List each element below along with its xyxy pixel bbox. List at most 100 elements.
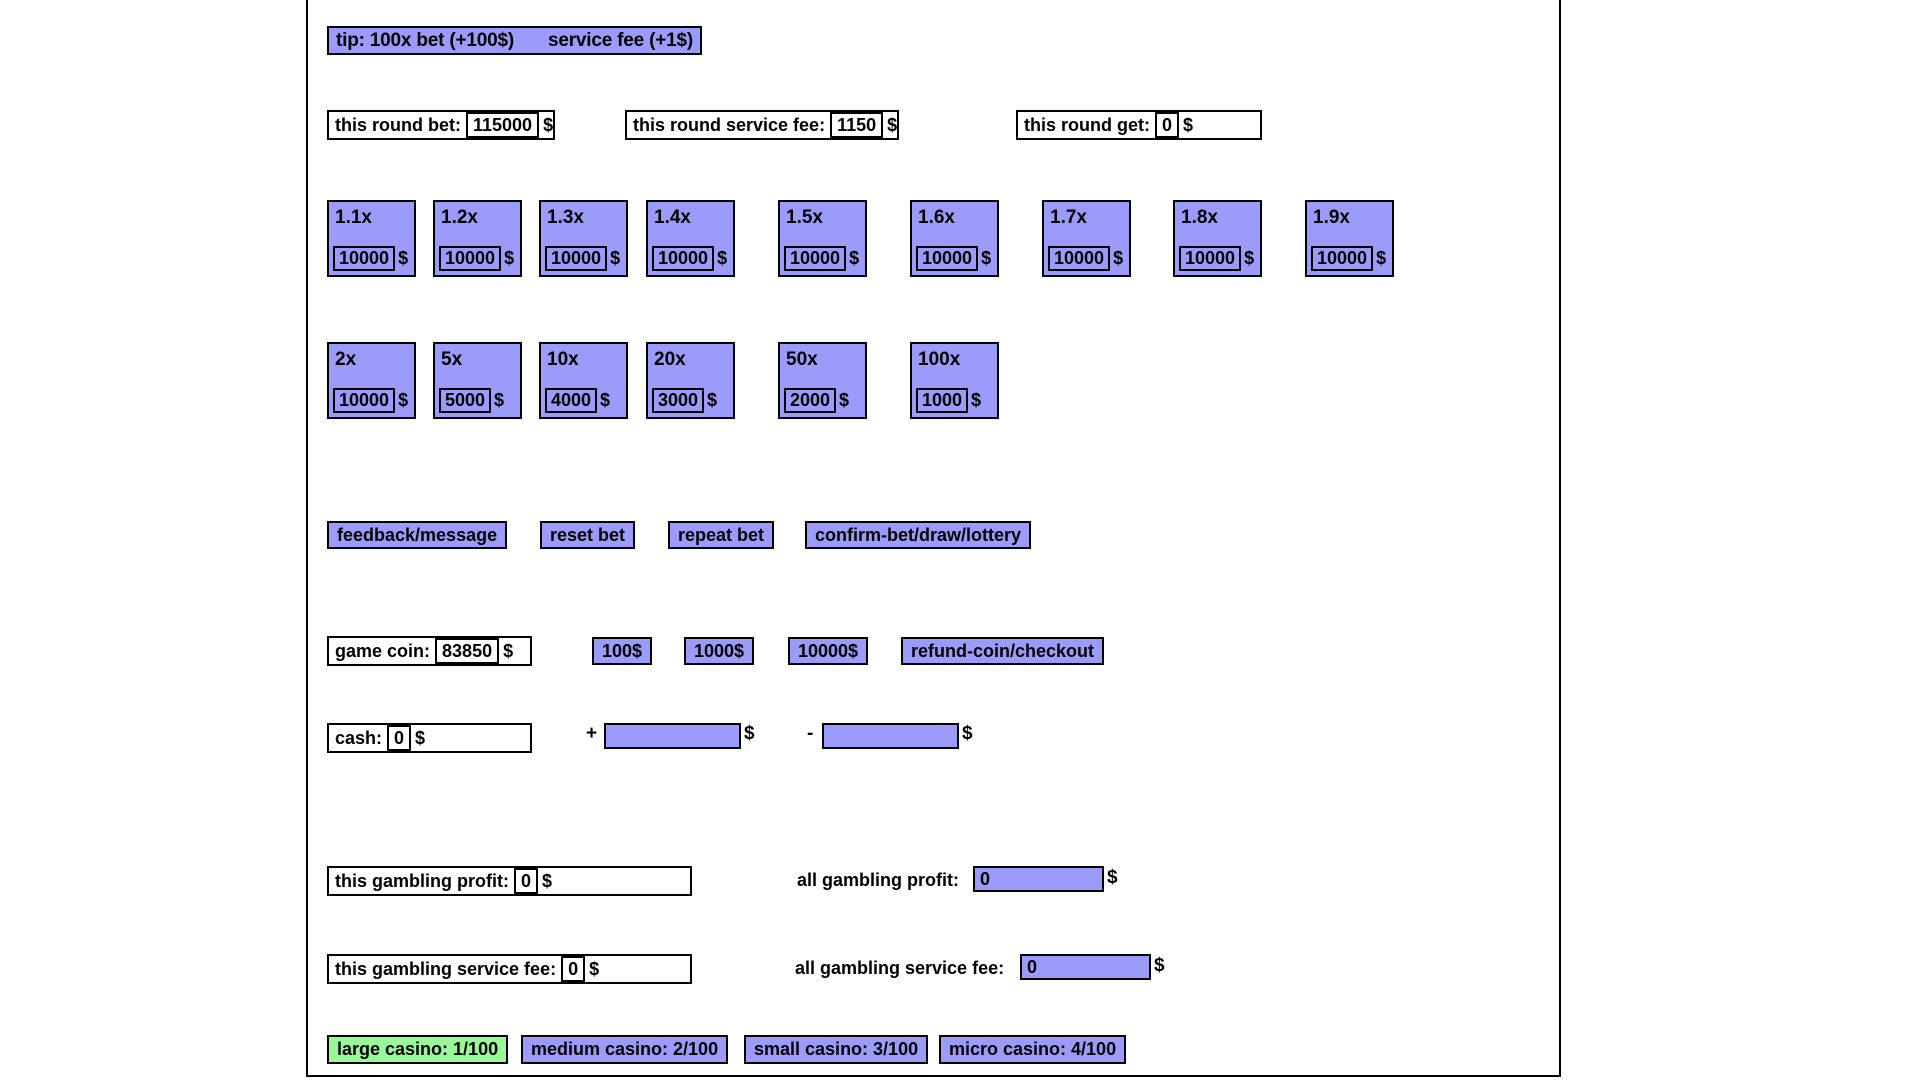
bet-card-amount-wrap: 10000 $ bbox=[652, 246, 727, 271]
refund-coin-button[interactable]: refund-coin/checkout bbox=[901, 637, 1105, 665]
bet-card-amount-wrap: 1000 $ bbox=[916, 388, 981, 413]
bet-card-amount-wrap: 10000 $ bbox=[333, 246, 408, 271]
confirm-bet-button[interactable]: confirm-bet/draw/lottery bbox=[805, 521, 1032, 549]
game-coin-label: game coin: bbox=[335, 640, 431, 661]
this-round-service-fee-value[interactable]: 1150 bbox=[830, 112, 884, 138]
bet-card-amount-wrap: 10000 $ bbox=[439, 246, 514, 271]
bet-card-1.6x[interactable]: 1.6x 10000 $ bbox=[910, 200, 999, 277]
bet-card-amount[interactable]: 10000 bbox=[1048, 246, 1111, 271]
game-coin-field: game coin: 83850 $ bbox=[327, 636, 532, 666]
bet-card-currency: $ bbox=[981, 248, 992, 268]
bet-card-amount[interactable]: 1000 bbox=[916, 388, 969, 413]
bet-card-amount[interactable]: 5000 bbox=[439, 388, 492, 413]
tab-medium-casino[interactable]: medium casino: 2/100 bbox=[521, 1035, 729, 1064]
bet-card-multiplier: 5x bbox=[441, 349, 463, 370]
bet-card-1.4x[interactable]: 1.4x 10000 $ bbox=[646, 200, 735, 277]
bet-card-1.9x[interactable]: 1.9x 10000 $ bbox=[1305, 200, 1394, 277]
bet-card-multiplier: 1.9x bbox=[1313, 207, 1350, 228]
bet-card-100x[interactable]: 100x 1000 $ bbox=[910, 342, 999, 419]
bet-card-currency: $ bbox=[1244, 248, 1255, 268]
cash-field: cash: 0 $ bbox=[327, 723, 532, 753]
bet-card-10x[interactable]: 10x 4000 $ bbox=[539, 342, 628, 419]
bet-card-amount-wrap: 2000 $ bbox=[784, 388, 849, 413]
casino-page: tip: 100x bet (+100$) service fee (+1$) … bbox=[306, 0, 1561, 1077]
bet-card-currency: $ bbox=[849, 248, 860, 268]
bet-card-currency: $ bbox=[504, 248, 515, 268]
this-gambling-service-fee-label: this gambling service fee: bbox=[335, 958, 557, 979]
bet-card-multiplier: 1.1x bbox=[335, 207, 372, 228]
bet-card-amount[interactable]: 2000 bbox=[784, 388, 837, 413]
bet-card-5x[interactable]: 5x 5000 $ bbox=[433, 342, 522, 419]
bet-card-amount[interactable]: 3000 bbox=[652, 388, 705, 413]
bet-card-currency: $ bbox=[839, 390, 850, 410]
cash-currency: $ bbox=[415, 727, 426, 748]
bet-card-currency: $ bbox=[1376, 248, 1387, 268]
bet-card-currency: $ bbox=[717, 248, 728, 268]
bet-card-1.2x[interactable]: 1.2x 10000 $ bbox=[433, 200, 522, 277]
bet-card-amount[interactable]: 10000 bbox=[784, 246, 847, 271]
this-round-service-fee-field: this round service fee: 1150 $ bbox=[625, 110, 900, 140]
bet-card-50x[interactable]: 50x 2000 $ bbox=[778, 342, 867, 419]
bet-card-amount[interactable]: 10000 bbox=[439, 246, 502, 271]
bet-card-amount[interactable]: 10000 bbox=[1311, 246, 1374, 271]
tab-small-casino[interactable]: small casino: 3/100 bbox=[744, 1035, 929, 1064]
all-gambling-service-fee-value[interactable]: 0 bbox=[1020, 954, 1151, 980]
bet-card-1.1x[interactable]: 1.1x 10000 $ bbox=[327, 200, 416, 277]
bet-card-1.8x[interactable]: 1.8x 10000 $ bbox=[1173, 200, 1262, 277]
bet-card-currency: $ bbox=[600, 390, 611, 410]
buy-1000-button[interactable]: 1000$ bbox=[684, 637, 755, 665]
bet-card-20x[interactable]: 20x 3000 $ bbox=[646, 342, 735, 419]
this-round-get-label: this round get: bbox=[1024, 114, 1150, 135]
left-gutter bbox=[0, 0, 306, 1080]
bet-card-multiplier: 2x bbox=[335, 349, 357, 370]
bet-card-amount[interactable]: 10000 bbox=[333, 246, 396, 271]
this-gambling-service-fee-value[interactable]: 0 bbox=[561, 956, 586, 982]
tab-large-casino[interactable]: large casino: 1/100 bbox=[327, 1035, 509, 1064]
tab-micro-casino[interactable]: micro casino: 4/100 bbox=[939, 1035, 1127, 1064]
bet-card-amount-wrap: 10000 $ bbox=[333, 388, 408, 413]
bet-card-amount[interactable]: 10000 bbox=[652, 246, 715, 271]
bet-card-multiplier: 1.4x bbox=[654, 207, 691, 228]
bet-card-currency: $ bbox=[494, 390, 505, 410]
bet-card-amount[interactable]: 10000 bbox=[545, 246, 608, 271]
this-round-get-currency: $ bbox=[1183, 114, 1194, 135]
bet-card-multiplier: 1.7x bbox=[1050, 207, 1087, 228]
bet-card-multiplier: 1.6x bbox=[918, 207, 955, 228]
bet-card-amount[interactable]: 10000 bbox=[1179, 246, 1242, 271]
this-round-bet-currency: $ bbox=[543, 114, 554, 135]
bet-card-multiplier: 1.8x bbox=[1181, 207, 1218, 228]
bet-card-multiplier: 1.3x bbox=[547, 207, 584, 228]
tip-banner: tip: 100x bet (+100$) service fee (+1$) bbox=[327, 26, 702, 55]
bet-card-amount-wrap: 10000 $ bbox=[916, 246, 991, 271]
bet-card-multiplier: 1.2x bbox=[441, 207, 478, 228]
repeat-bet-button[interactable]: repeat bet bbox=[668, 521, 775, 549]
game-coin-value[interactable]: 83850 bbox=[435, 638, 500, 664]
buy-100-button[interactable]: 100$ bbox=[592, 637, 653, 665]
buy-10000-button[interactable]: 10000$ bbox=[788, 637, 869, 665]
bet-card-1.5x[interactable]: 1.5x 10000 $ bbox=[778, 200, 867, 277]
bet-card-amount-wrap: 3000 $ bbox=[652, 388, 717, 413]
bet-card-amount[interactable]: 10000 bbox=[333, 388, 396, 413]
bet-card-amount-wrap: 5000 $ bbox=[439, 388, 504, 413]
bet-card-currency: $ bbox=[610, 248, 621, 268]
bet-card-1.3x[interactable]: 1.3x 10000 $ bbox=[539, 200, 628, 277]
reset-bet-button[interactable]: reset bet bbox=[540, 521, 636, 549]
all-gambling-profit-currency: $ bbox=[1107, 867, 1118, 888]
this-round-get-value[interactable]: 0 bbox=[1154, 112, 1179, 138]
bet-card-2x[interactable]: 2x 10000 $ bbox=[327, 342, 416, 419]
bet-card-amount-wrap: 4000 $ bbox=[545, 388, 610, 413]
cash-value[interactable]: 0 bbox=[387, 725, 412, 751]
bet-card-amount-wrap: 10000 $ bbox=[784, 246, 859, 271]
cash-deposit-input[interactable] bbox=[604, 723, 741, 749]
cash-withdraw-input[interactable] bbox=[822, 723, 959, 749]
tip-bet-text: tip: 100x bet (+100$) bbox=[336, 29, 514, 51]
bet-card-amount[interactable]: 4000 bbox=[545, 388, 598, 413]
bet-card-amount[interactable]: 10000 bbox=[916, 246, 979, 271]
this-gambling-profit-value[interactable]: 0 bbox=[513, 868, 538, 894]
all-gambling-profit-value[interactable]: 0 bbox=[973, 866, 1104, 892]
feedback-message-button[interactable]: feedback/message bbox=[327, 521, 508, 549]
bet-card-1.7x[interactable]: 1.7x 10000 $ bbox=[1042, 200, 1131, 277]
bet-card-multiplier: 100x bbox=[918, 349, 961, 370]
this-round-get-field: this round get: 0 $ bbox=[1016, 110, 1262, 140]
this-round-bet-value[interactable]: 115000 bbox=[465, 112, 540, 138]
